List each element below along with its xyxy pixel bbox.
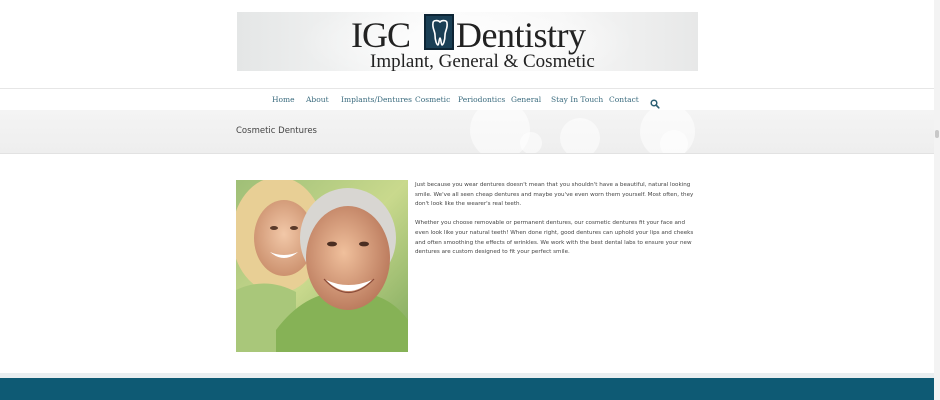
site-header: IGC Dentistry Implant, General & Cosmeti… bbox=[0, 0, 940, 86]
tooth-icon bbox=[424, 14, 454, 50]
search-icon[interactable] bbox=[650, 94, 660, 109]
smiling-couple-photo bbox=[236, 180, 408, 352]
scrollbar-thumb[interactable] bbox=[935, 130, 939, 138]
paragraph: Just because you wear dentures doesn't m… bbox=[415, 182, 694, 208]
logo-text-igc: IGC bbox=[351, 15, 411, 55]
nav-item-contact[interactable]: Contact bbox=[609, 95, 639, 104]
logo-tagline: Implant, General & Cosmetic bbox=[370, 51, 595, 72]
nav-item-home[interactable]: Home bbox=[272, 95, 295, 104]
content-text: Just because you wear dentures doesn't m… bbox=[415, 181, 700, 267]
nav-item-cosmetic[interactable]: Cosmetic bbox=[415, 95, 450, 104]
page-title-bar: Cosmetic Dentures bbox=[0, 110, 940, 154]
logo-banner[interactable]: IGC Dentistry Implant, General & Cosmeti… bbox=[237, 12, 698, 71]
main-nav: Home About Implants/Dentures Cosmetic Pe… bbox=[0, 88, 940, 111]
nav-item-implants-dentures[interactable]: Implants/Dentures bbox=[341, 95, 412, 104]
nav-item-general[interactable]: General bbox=[511, 95, 541, 104]
scrollbar[interactable] bbox=[934, 0, 940, 400]
site-footer bbox=[0, 378, 940, 400]
logo-text-dentistry: Dentistry bbox=[456, 15, 586, 55]
page-title: Cosmetic Dentures bbox=[236, 126, 317, 136]
nav-item-about[interactable]: About bbox=[306, 95, 329, 104]
nav-item-periodontics[interactable]: Periodontics bbox=[458, 95, 505, 104]
paragraph: Whether you choose removable or permanen… bbox=[415, 220, 694, 256]
nav-item-stay-in-touch[interactable]: Stay In Touch bbox=[551, 95, 603, 104]
